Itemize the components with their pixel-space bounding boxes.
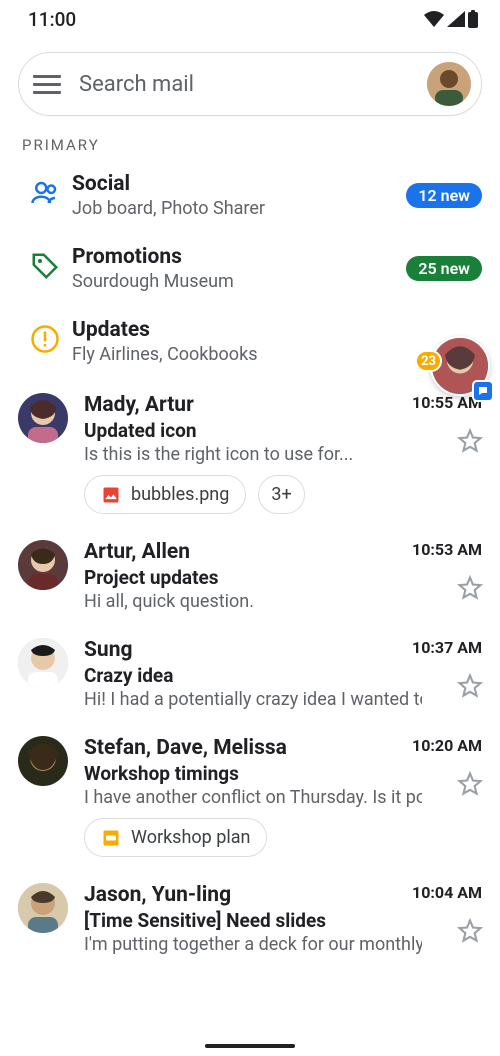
email-senders: Jason, Yun-ling xyxy=(84,883,422,907)
star-icon[interactable] xyxy=(456,574,484,602)
status-time: 11:00 xyxy=(28,8,76,31)
tag-icon xyxy=(18,245,72,281)
email-senders: Sung xyxy=(84,638,422,662)
info-icon xyxy=(18,318,72,354)
email-senders: Mady, Artur xyxy=(84,393,422,417)
category-title: Social xyxy=(72,172,406,196)
email-item[interactable]: Mady, Artur Updated icon Is this is the … xyxy=(0,379,500,526)
star-icon[interactable] xyxy=(456,917,484,945)
sender-avatar[interactable] xyxy=(18,393,68,443)
star-icon[interactable] xyxy=(456,427,484,455)
email-snippet: I have another conflict on Thursday. Is … xyxy=(84,787,422,808)
sender-avatar[interactable] xyxy=(18,540,68,590)
image-icon xyxy=(101,485,121,505)
category-subtitle: Job board, Photo Sharer xyxy=(72,198,406,219)
category-social[interactable]: Social Job board, Photo Sharer 12 new xyxy=(0,160,500,233)
attachment-more[interactable]: 3+ xyxy=(258,475,304,514)
new-badge: 25 new xyxy=(406,256,482,281)
email-senders: Artur, Allen xyxy=(84,540,422,564)
email-senders: Stefan, Dave, Melissa xyxy=(84,736,422,760)
attachment-label: Workshop plan xyxy=(131,827,250,848)
battery-icon xyxy=(468,10,478,28)
slides-icon xyxy=(101,828,121,848)
account-avatar[interactable] xyxy=(427,62,471,106)
new-badge: 12 new xyxy=(406,183,482,208)
search-bar[interactable]: Search mail xyxy=(18,52,482,116)
chat-head-count: 23 xyxy=(415,350,442,372)
email-snippet: Hi all, quick question. xyxy=(84,591,422,612)
category-subtitle: Sourdough Museum xyxy=(72,271,406,292)
attachment-label: bubbles.png xyxy=(131,484,229,505)
sender-avatar[interactable] xyxy=(18,638,68,688)
category-promotions[interactable]: Promotions Sourdough Museum 25 new xyxy=(0,233,500,306)
attachment-chip[interactable]: bubbles.png xyxy=(84,475,246,514)
mail-list[interactable]: Social Job board, Photo Sharer 12 new Pr… xyxy=(0,160,500,967)
people-icon xyxy=(18,172,72,208)
email-subject: Crazy idea xyxy=(84,664,422,687)
email-time: 10:37 AM xyxy=(412,638,482,657)
status-bar: 11:00 xyxy=(0,0,500,30)
section-label: PRIMARY xyxy=(0,126,500,160)
attachment-chip[interactable]: Workshop plan xyxy=(84,818,267,857)
status-icons xyxy=(424,10,478,28)
category-title: Promotions xyxy=(72,245,406,269)
star-icon[interactable] xyxy=(456,672,484,700)
category-title: Updates xyxy=(72,318,482,342)
email-subject: Updated icon xyxy=(84,419,422,442)
email-item[interactable]: Stefan, Dave, Melissa Workshop timings I… xyxy=(0,722,500,869)
email-subject: [Time Sensitive] Need slides xyxy=(84,909,422,932)
cellular-icon xyxy=(447,11,465,27)
home-indicator[interactable] xyxy=(205,1044,295,1048)
email-time: 10:04 AM xyxy=(412,883,482,902)
star-icon[interactable] xyxy=(456,770,484,798)
email-time: 10:20 AM xyxy=(412,736,482,755)
email-item[interactable]: Jason, Yun-ling [Time Sensitive] Need sl… xyxy=(0,869,500,967)
email-item[interactable]: Artur, Allen Project updates Hi all, qui… xyxy=(0,526,500,624)
wifi-icon xyxy=(424,11,444,27)
sender-avatar[interactable] xyxy=(18,736,68,786)
email-snippet: Hi! I had a potentially crazy idea I wan… xyxy=(84,689,422,710)
email-subject: Project updates xyxy=(84,566,422,589)
email-subject: Workshop timings xyxy=(84,762,422,785)
email-snippet: I'm putting together a deck for our mont… xyxy=(84,934,422,955)
menu-icon[interactable] xyxy=(33,70,61,98)
email-time: 10:53 AM xyxy=(412,540,482,559)
search-input[interactable]: Search mail xyxy=(79,72,427,97)
email-snippet: Is this is the right icon to use for... xyxy=(84,444,422,465)
chat-icon[interactable] xyxy=(472,380,494,402)
sender-avatar[interactable] xyxy=(18,883,68,933)
email-item[interactable]: Sung Crazy idea Hi! I had a potentially … xyxy=(0,624,500,722)
